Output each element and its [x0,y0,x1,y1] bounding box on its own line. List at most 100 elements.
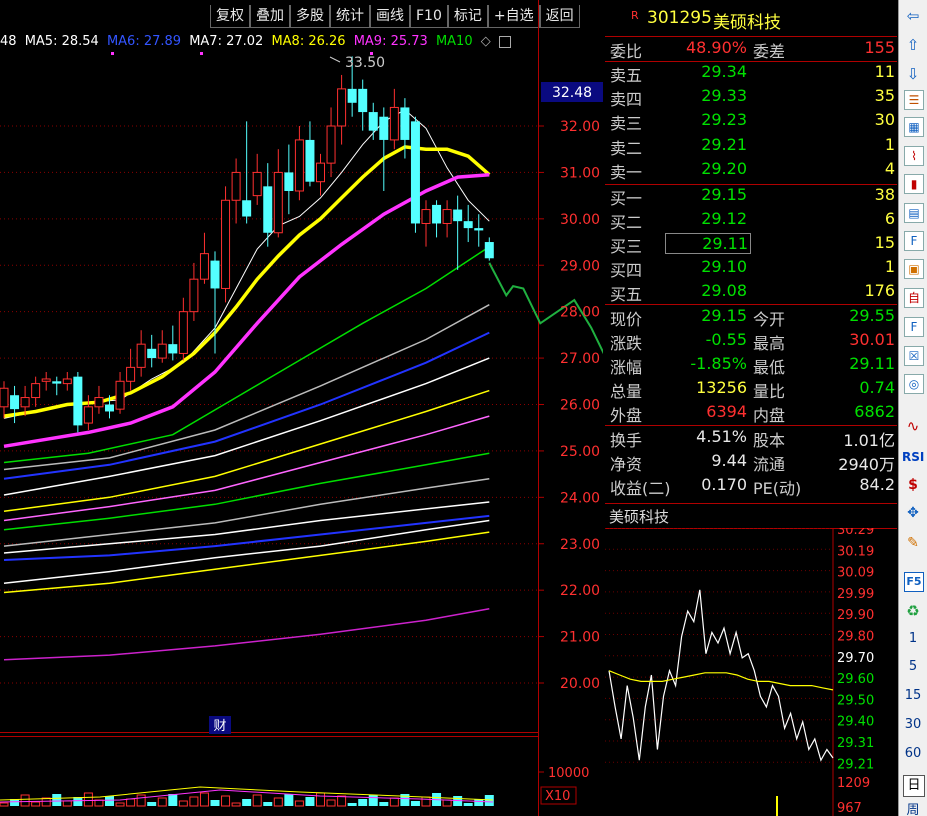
fundamental-row: 换手 4.51% 股本 1.01亿 [605,427,897,451]
mini-y-tick: 29.50 [837,693,874,708]
circle-icon[interactable]: ◎ [904,374,924,394]
kline-chart: 32.00 31.00 30.00 29.00 28.00 27.00 26.00 25.00… [0,0,603,816]
y-tick-label: 32.00 [560,119,600,135]
candle-body [126,366,136,382]
weicha-value: 155 [864,38,895,57]
f10-icon[interactable]: F [904,231,924,251]
arrow-left-icon[interactable]: ⇦ [902,5,924,27]
volume-bar [273,797,283,807]
right-toolbar: ⇦ ⇧ ⇩ ☰ ▦ ⌇ ▮ ▤ F ▣ 自 F ☒ ◎ ∿ RSI $ ✥ ✎ F5 1 5 15 30 60 日周 ♻ [898,0,927,816]
candle-body [442,209,452,224]
candle-body [189,278,199,313]
pencil-icon[interactable]: ✎ [902,532,924,554]
volume-bar [20,794,30,807]
stat-value: -1.85% [690,354,747,373]
list-icon[interactable]: ☰ [904,90,924,110]
period-button-3[interactable]: 15 [902,685,924,707]
doc-icon[interactable]: ▤ [904,203,924,223]
mini-y-tick: 29.70 [837,651,874,666]
quote-title: R 301295 美硕科技 [605,6,897,33]
candle-body [252,171,262,197]
stat-label: 量比 [753,382,786,401]
period-button-1[interactable]: 1 [902,628,924,650]
order-price: 29.33 [701,86,747,106]
arrow-down-icon[interactable]: ⇩ [902,63,924,85]
period-button-0[interactable]: F5 [904,572,924,592]
grid-icon[interactable]: ▦ [904,117,924,137]
y-tick-label: 22.00 [560,583,600,599]
volume-bar [157,797,167,807]
stat-label: 内盘 [753,406,786,425]
volume-bar [284,794,294,806]
stat-label: 涨跌 [610,334,643,353]
book-icon[interactable]: ▣ [904,259,924,279]
stat-label: 涨幅 [610,358,643,377]
ma-line-ma17 [3,478,490,547]
volume-bar [442,799,452,807]
period-button-5[interactable]: 60 [902,743,924,765]
volume-bar [115,802,125,807]
stat-value: 6862 [854,402,895,421]
self-icon[interactable]: 自 [904,288,924,308]
volume-bar [105,796,114,806]
current-price-label: 32.48 [552,85,592,101]
mini-y-tick: 30.09 [837,566,874,581]
order-price: 29.10 [701,257,747,276]
stat-value: -0.55 [705,330,747,349]
volume-bar [231,802,241,807]
order-volume: 1 [884,134,895,154]
stat-row: 外盘 6394 内盘 6862 [605,402,897,426]
order-label: 买五 [610,285,643,304]
weicha-label: 委差 [753,42,786,61]
quote-panel: R 301295 美硕科技 委比 48.90% 委差 155 卖五 29.34 11… [605,0,897,816]
candle-body [337,88,347,127]
candle-body [62,378,72,385]
stat-row: 现价 29.15 今开 29.55 [605,306,897,330]
candle-body [178,311,188,354]
stat-label: 最低 [753,358,786,377]
candle-body [453,209,463,222]
weibi-label: 委比 [610,42,643,61]
bid-row: 买二 29.12 6 [605,209,897,233]
order-volume: 15 [874,233,895,252]
order-volume: 6 [884,209,895,228]
refresh-icon[interactable]: ♻ [902,600,924,622]
volume-bar [189,796,199,807]
legend-dot [200,52,203,55]
f12-icon[interactable]: F [904,317,924,337]
candle-body [273,171,283,234]
volume-bar [421,796,431,807]
line-chart-icon[interactable]: ⌇ [904,146,924,166]
period-button-4[interactable]: 30 [902,714,924,736]
dollar-icon[interactable]: $ [902,474,924,496]
period-button-7[interactable]: 周 [902,800,924,816]
volume-bar [379,802,389,806]
candle-body [31,383,41,399]
candle-body [284,172,294,191]
stat-label: 股本 [753,431,786,450]
ma-line-ma22 [3,607,490,661]
mini-y-tick: 29.31 [837,736,874,751]
volume-bar [294,800,304,807]
ma-line-ma16 [3,452,490,531]
rsi-button[interactable]: RSI [902,446,924,468]
order-price: 29.11 [665,233,751,254]
volume-bar [52,794,62,806]
legend-dot [111,52,114,55]
candle-icon[interactable]: ▮ [904,174,924,194]
order-label: 卖三 [610,114,643,134]
candle-body [41,378,51,382]
tools-icon[interactable]: ☒ [904,346,924,366]
volume-multiplier-label: X10 [545,789,570,804]
volume-ma-line [0,786,494,801]
wave-icon[interactable]: ∿ [902,415,924,437]
volume-bar [83,792,93,807]
arrow-up-icon[interactable]: ⇧ [902,34,924,56]
period-button-6[interactable]: 日 [903,775,925,797]
order-volume: 176 [864,281,895,300]
stat-row: 涨幅 -1.85% 最低 29.11 [605,354,897,378]
stat-value: 2940万 [838,455,895,474]
order-label: 买二 [610,213,643,232]
period-button-2[interactable]: 5 [902,656,924,678]
move-icon[interactable]: ✥ [902,502,924,524]
